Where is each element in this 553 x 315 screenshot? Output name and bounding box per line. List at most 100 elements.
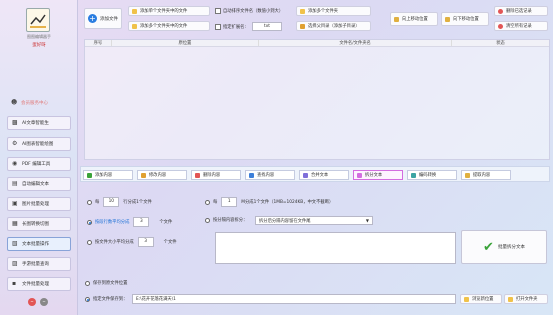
crop-icon: ▦ [12,220,18,227]
radio-button[interactable] [87,199,92,205]
move-down-label: 向下移动位置 [453,17,479,22]
radio-button[interactable] [205,199,210,205]
move-down-button[interactable]: 向下移动位置 [441,12,489,26]
add-single-folder-button[interactable]: 添加单个文件夹中的文件 [128,6,210,16]
tab-label: 编码转换 [419,173,437,178]
specify-ext-checkbox[interactable]: 指定扩展名: [215,24,246,30]
delete-content-icon [195,172,200,178]
paragraph-count-input[interactable]: 3 [133,217,150,227]
delimiter-mode-select[interactable]: 拆分后分隔内容留在文件尾 ▼ [255,216,373,225]
tab-split-text[interactable]: 拆分文本 [353,170,403,180]
save-specified-option[interactable]: 指定文件保存到： [85,296,127,302]
add-content-icon [87,172,92,178]
split-by-paragraph-option[interactable]: 按段行数平均分成 3 个文件 [87,217,172,227]
lines-per-file-input[interactable]: 10 [103,197,120,207]
ext-input[interactable]: txt [252,22,282,31]
truck-icon: ▨ [12,260,18,267]
checkbox-box[interactable] [215,24,221,30]
tab-label: 删除内容 [203,173,221,178]
move-up-button[interactable]: 向上移动位置 [390,12,438,26]
delete-selected-button[interactable]: 删除已选记录 [494,6,548,16]
add-single-folder-label: 添加单个文件夹中的文件 [140,9,188,14]
sidebar-item-query[interactable]: ▨ 手游批量查询 [7,257,71,271]
chart-icon: ⚙ [12,140,18,147]
minimize-icon[interactable]: – [40,298,48,306]
radio-button-selected[interactable] [87,219,92,225]
radio-button[interactable] [205,217,210,223]
save-original-option[interactable]: 保存到原文件位置 [85,280,127,286]
col-filename[interactable]: 文件名/文件夹名 [259,40,453,46]
radio-button[interactable] [85,280,90,286]
select-value: 拆分后分隔内容留在文件尾 [259,218,311,224]
file-table[interactable]: 序号 原位置 文件名/文件夹名 状态 [84,39,550,160]
sidebar-item-label: 文件批量处理 [22,282,49,287]
delimiter-textarea[interactable] [215,232,456,264]
browse-button[interactable]: 浏览新位置 [460,294,502,304]
sidebar-item-text-batch[interactable]: ▧ 文本批量操作 [7,237,71,251]
tab-encoding[interactable]: 编码转换 [407,170,457,180]
option-suffix: 行分成1个文件 [123,200,152,205]
auto-sort-checkbox[interactable]: 自动排序文件名（数值小到大） [215,8,283,14]
sidebar-item-label: 文本批量操作 [22,242,49,247]
option-prefix: 每 [95,200,100,205]
tab-add-content[interactable]: 添加内容 [83,170,133,180]
add-multi-folder-button[interactable]: 添加多个文件夹中的文件 [128,21,210,31]
tab-extract-content[interactable]: 提取内容 [461,170,511,180]
folder-icon [300,8,305,14]
size-per-file-input[interactable]: 1 [221,197,238,207]
ai-icon: ▩ [12,119,18,126]
col-original-location[interactable]: 原位置 [112,40,260,46]
sidebar-item-label: 手游批量查询 [22,262,49,267]
sidebar-item-ai-chart[interactable]: ⚙ AI图表智能绘图 [7,137,71,151]
text-icon: ▤ [12,180,18,187]
extract-icon [465,172,470,178]
col-status[interactable]: 状态 [452,40,549,46]
sidebar-item-member[interactable]: ☻ 会员服务中心 [7,96,71,110]
split-by-delimiter-option[interactable]: 按分隔内容拆分： [205,217,247,223]
power-icon[interactable]: – [28,298,36,306]
option-label: 指定文件保存到： [93,297,128,302]
size-count-input[interactable]: 3 [137,237,154,247]
split-by-lines-option[interactable]: 每 10 行分成1个文件 [87,197,152,207]
tab-delete-content[interactable]: 删除内容 [191,170,241,180]
radio-button[interactable] [87,239,92,245]
tab-label: 拆分文本 [365,173,383,178]
option-label: 保存到原文件位置 [93,281,128,286]
checkbox-box[interactable] [215,8,221,14]
sidebar-item-pdf[interactable]: ◉ PDF 编辑工具 [7,157,71,171]
sidebar-item-label: 会员服务中心 [21,101,48,106]
merge-icon [303,172,308,178]
tab-label: 合并文本 [311,173,329,178]
output-path-input[interactable]: E:\花开花落花满天\1 [132,294,456,304]
sidebar-item-label: 自动编辑文本 [22,182,49,187]
sidebar-item-ai-article[interactable]: ▩ AI文章智能生 [7,116,71,130]
radio-button-selected[interactable] [85,296,90,302]
split-by-size-option[interactable]: 每 1 M分成1个文件（1MB=1024KB，中文不截断） [205,197,333,207]
user-icon: ☻ [11,99,18,106]
sidebar-item-long-image[interactable]: ▦ 长图转换切图 [7,217,71,231]
col-index[interactable]: 序号 [85,40,112,46]
add-file-button[interactable]: + 添加文件 [84,8,122,29]
move-up-label: 向上移动位置 [402,17,428,22]
sidebar-item-file-batch[interactable]: ▪ 文件批量处理 [7,277,71,291]
user-name[interactable]: 蛋好呀 [0,42,78,48]
delete-selected-label: 删除已选记录 [506,9,532,14]
sidebar-item-image[interactable]: ▣ 图片批量处理 [7,197,71,211]
tab-merge-text[interactable]: 合并文本 [299,170,349,180]
option-label: 按文件大小平均分成 [95,240,134,245]
tab-find-content[interactable]: 查找内容 [245,170,295,180]
select-subdir-button[interactable]: 选择父目录（添加子目录） [296,21,371,31]
open-folder-button[interactable]: 打开文件夹 [504,294,548,304]
tab-label: 修改内容 [149,173,167,178]
encoding-icon [411,172,416,178]
sidebar-item-auto-edit[interactable]: ▤ 自动编辑文本 [7,177,71,191]
split-by-size-avg-option[interactable]: 按文件大小平均分成 3 个文件 [87,237,177,247]
add-multi-folders-button[interactable]: 添加多个文件夹 [296,6,371,16]
add-multi-folder-label: 添加多个文件夹中的文件 [140,24,188,29]
tab-modify-content[interactable]: 修改内容 [137,170,187,180]
clear-all-button[interactable]: 清空所有记录 [494,21,548,31]
sidebar-item-label: AI文章智能生 [22,121,49,126]
option-suffix: M分成1个文件（1MB=1024KB，中文不截断） [241,200,334,205]
batch-split-button[interactable]: ✔ 批量拆分文本 [461,230,547,264]
delete-icon [498,8,503,14]
